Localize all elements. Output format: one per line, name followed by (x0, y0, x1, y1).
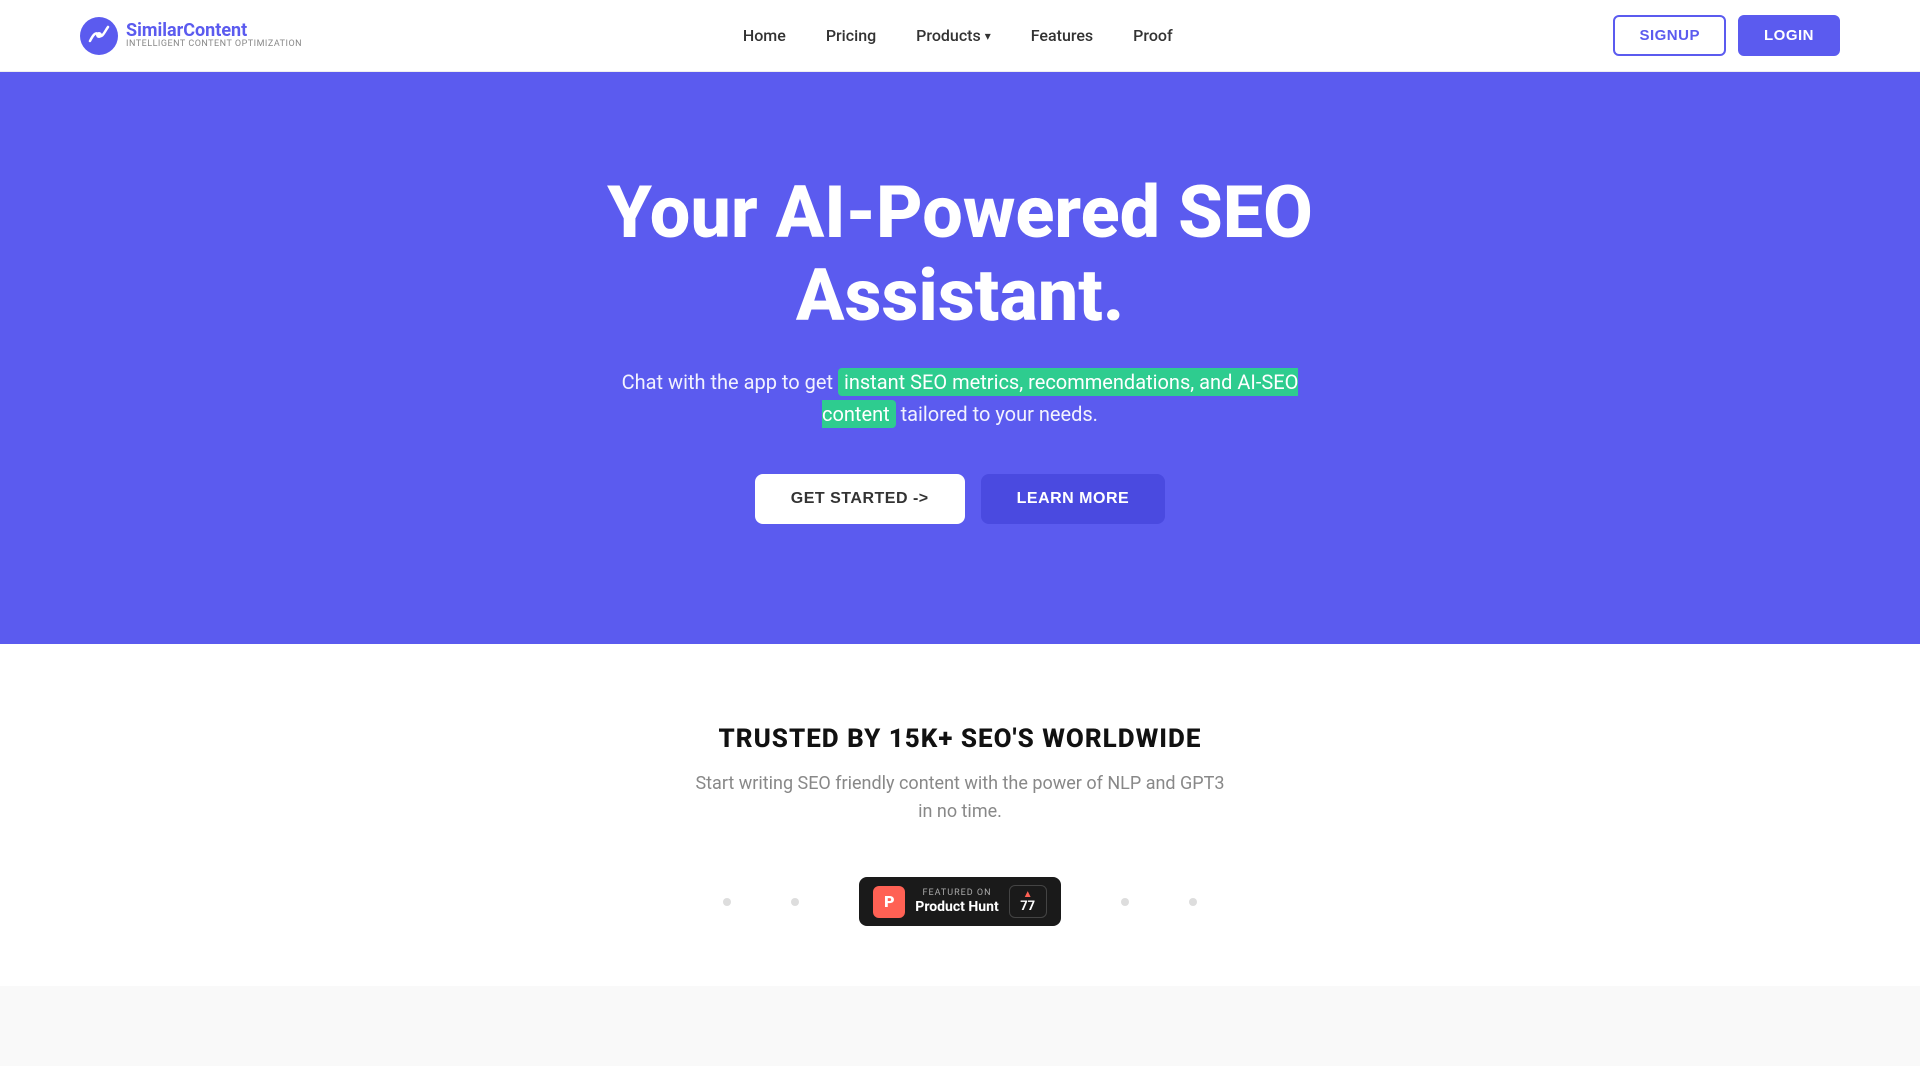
nav-home[interactable]: Home (743, 26, 786, 45)
trusted-subtitle: Start writing SEO friendly content with … (660, 770, 1260, 828)
nav-proof[interactable]: Proof (1133, 26, 1172, 45)
trusted-subtitle-line1: Start writing SEO friendly content with … (695, 773, 1224, 794)
hero-description-before: Chat with the app to get (622, 370, 838, 394)
navbar-actions: SIGNUP LOGIN (1613, 15, 1840, 56)
nav-features[interactable]: Features (1031, 26, 1093, 45)
nav-proof-link[interactable]: Proof (1133, 26, 1172, 45)
product-hunt-votes: ▲ 77 (1009, 885, 1047, 918)
hero-section: Your AI-Powered SEO Assistant. Chat with… (0, 72, 1920, 644)
product-hunt-text: FEATURED ON Product Hunt (915, 888, 998, 916)
trusted-logos: P FEATURED ON Product Hunt ▲ 77 (40, 877, 1880, 926)
logo-dot-3 (1121, 898, 1129, 906)
learn-more-button[interactable]: LEARN MORE (981, 474, 1166, 524)
chevron-down-icon: ▾ (985, 29, 991, 43)
login-button[interactable]: LOGIN (1738, 15, 1840, 56)
product-hunt-badge[interactable]: P FEATURED ON Product Hunt ▲ 77 (859, 877, 1060, 926)
trusted-title: TRUSTED BY 15K+ SEO'S WORLDWIDE (40, 724, 1880, 754)
product-hunt-featured: FEATURED ON (915, 888, 998, 899)
hero-title: Your AI-Powered SEO Assistant. (510, 172, 1410, 338)
hero-description-after: tailored to your needs. (896, 402, 1098, 426)
nav-home-link[interactable]: Home (743, 26, 786, 45)
nav-features-link[interactable]: Features (1031, 26, 1093, 45)
product-hunt-icon: P (873, 886, 905, 918)
product-hunt-letter: P (884, 892, 894, 911)
nav-pricing[interactable]: Pricing (826, 26, 876, 45)
logo-icon (80, 17, 118, 55)
signup-button[interactable]: SIGNUP (1613, 15, 1726, 56)
logo-dot-1 (723, 898, 731, 906)
nav-pricing-link[interactable]: Pricing (826, 26, 876, 45)
trusted-subtitle-line2: in no time. (918, 801, 1002, 822)
logo-tagline: INTELLIGENT CONTENT OPTIMIZATION (126, 40, 302, 49)
logo-dot-2 (791, 898, 799, 906)
hero-description: Chat with the app to get instant SEO met… (610, 366, 1310, 430)
product-hunt-name: Product Hunt (915, 899, 998, 916)
bottom-section (0, 986, 1920, 1066)
nav-links: Home Pricing Products ▾ Features Proof (743, 26, 1173, 45)
nav-products[interactable]: Products ▾ (916, 26, 991, 45)
nav-products-dropdown[interactable]: Products ▾ (916, 26, 991, 45)
logo-dot-4 (1189, 898, 1197, 906)
trusted-section: TRUSTED BY 15K+ SEO'S WORLDWIDE Start wr… (0, 644, 1920, 987)
logo-name: SimilarContent (126, 22, 302, 40)
logo[interactable]: SimilarContent INTELLIGENT CONTENT OPTIM… (80, 17, 302, 55)
get-started-button[interactable]: GET STARTED -> (755, 474, 965, 524)
navbar: SimilarContent INTELLIGENT CONTENT OPTIM… (0, 0, 1920, 72)
nav-products-label: Products (916, 26, 981, 45)
product-hunt-vote-count: 77 (1020, 900, 1035, 913)
hero-actions: GET STARTED -> LEARN MORE (755, 474, 1165, 524)
